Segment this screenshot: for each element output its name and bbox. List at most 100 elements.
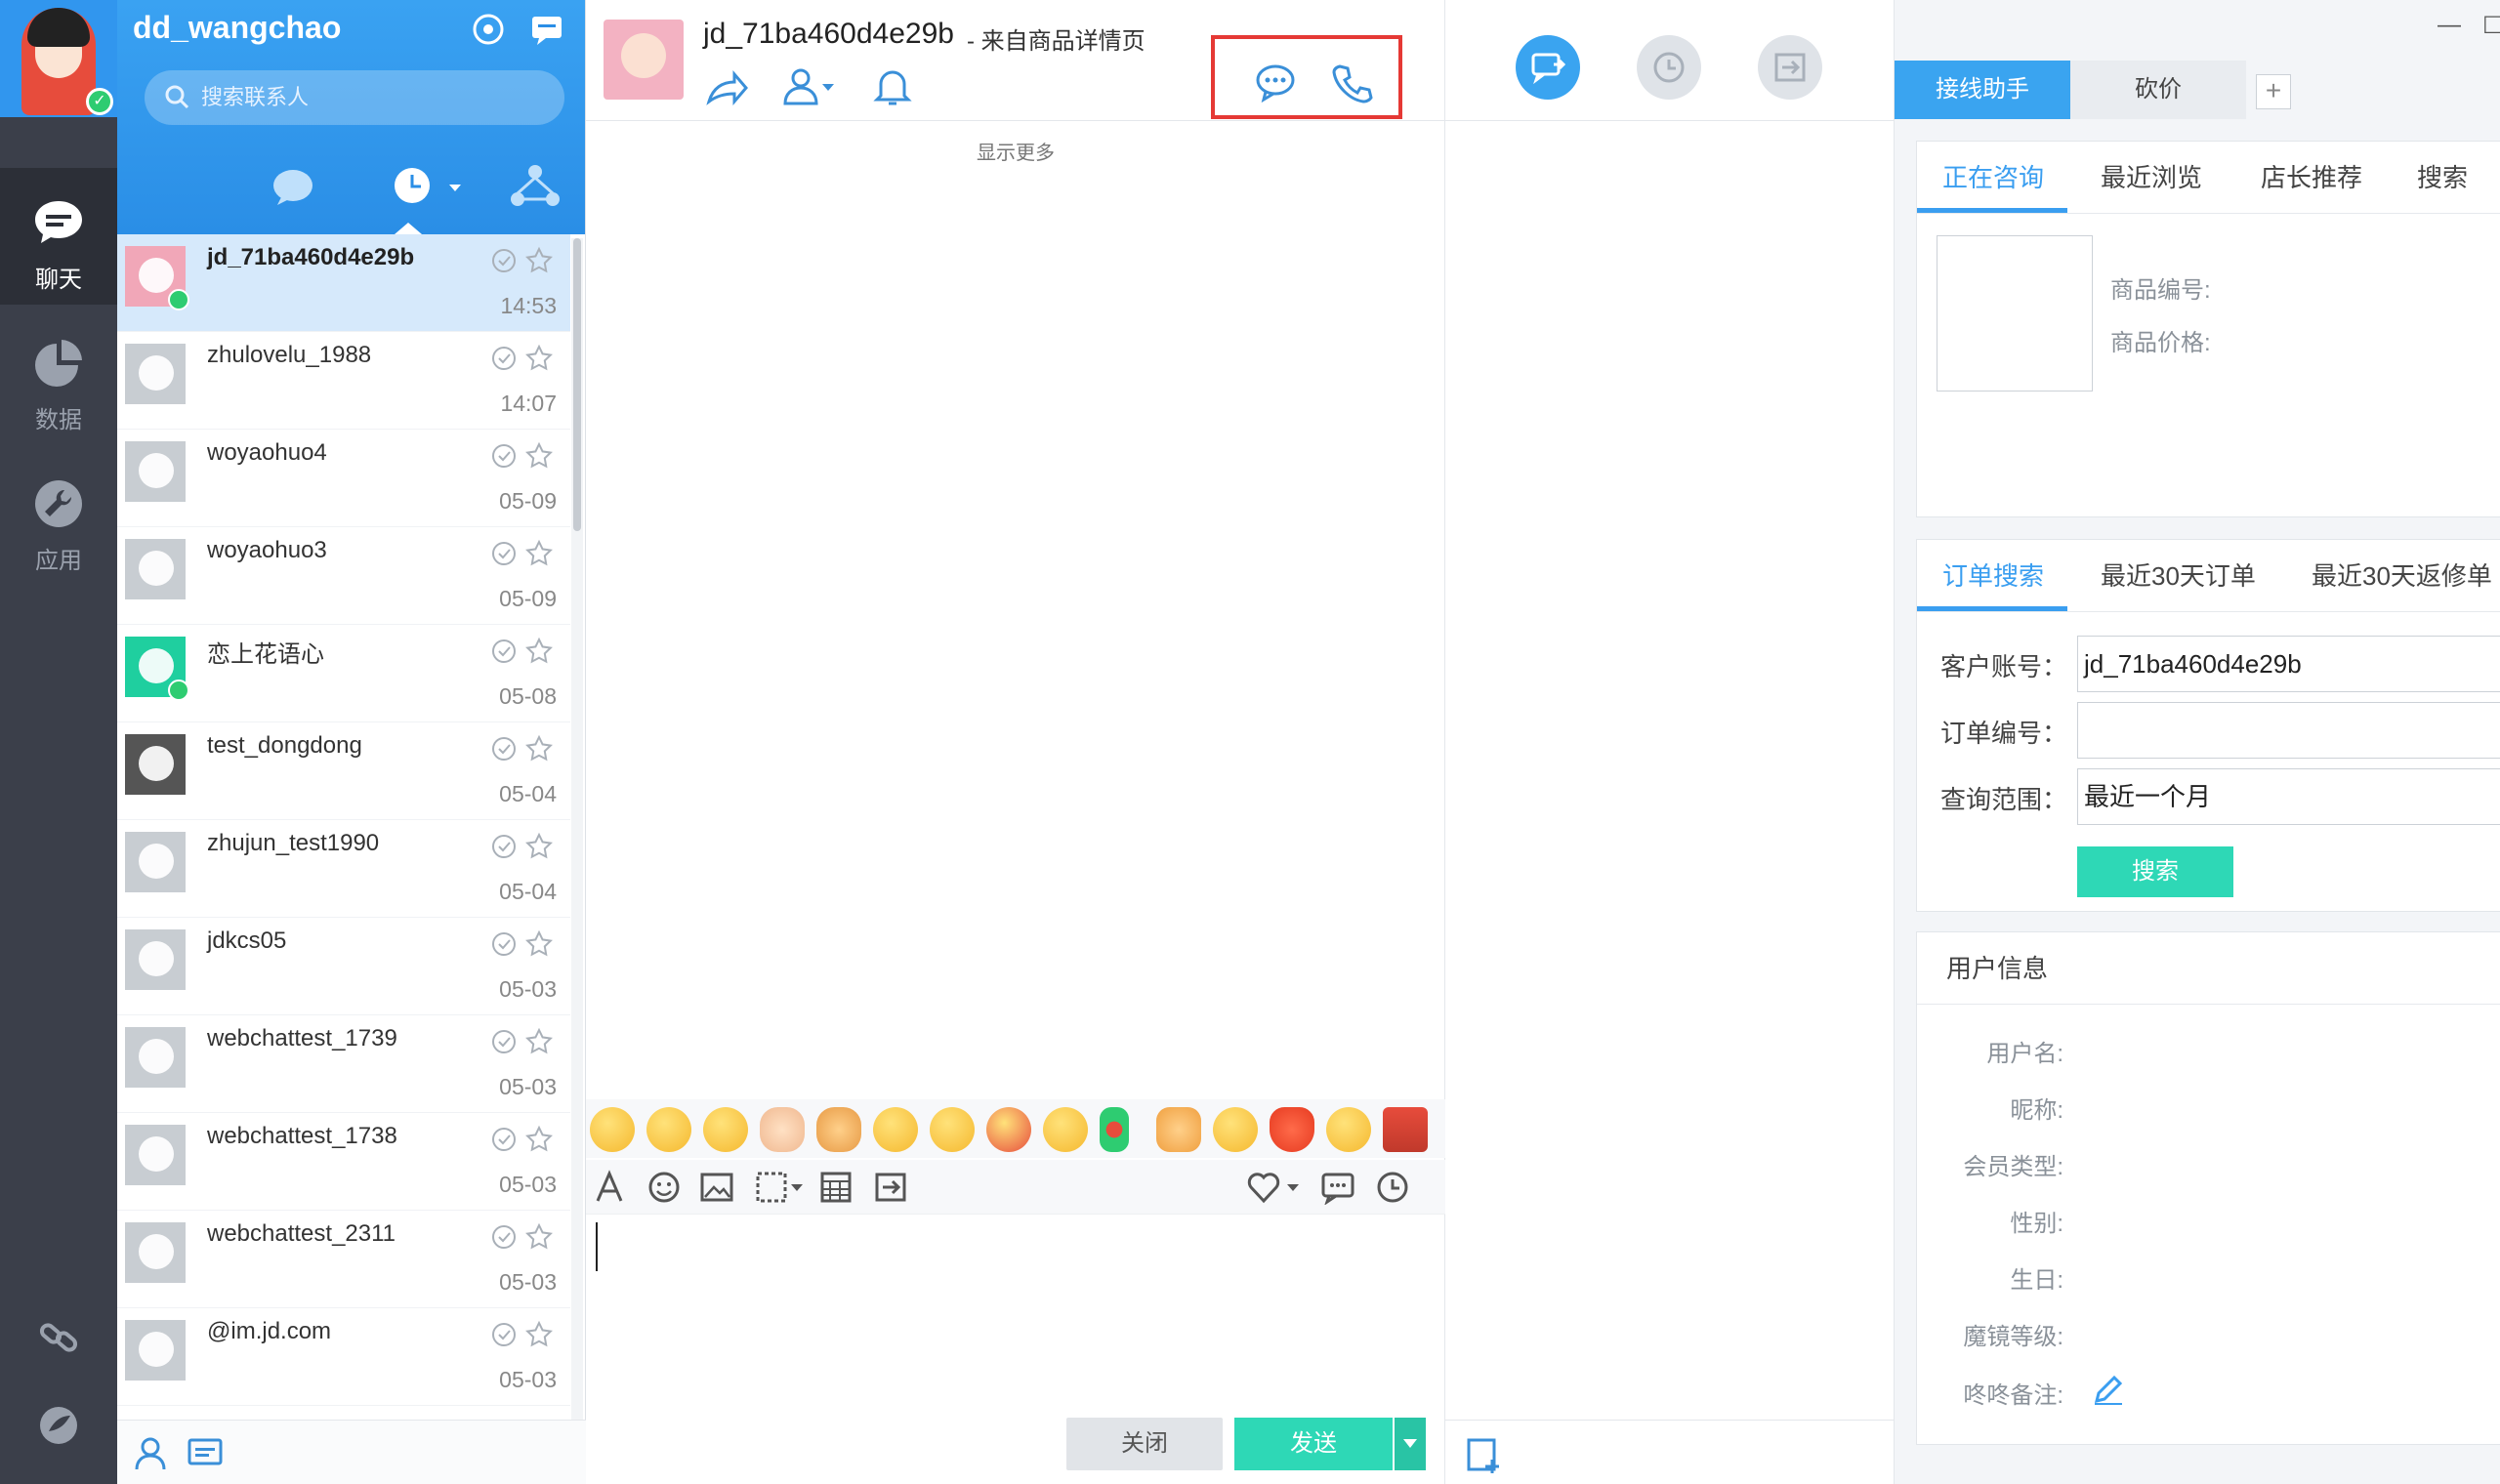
tab-groups-icon[interactable] bbox=[506, 162, 564, 211]
row-actions[interactable] bbox=[490, 1125, 559, 1154]
message-input[interactable] bbox=[586, 1216, 1445, 1408]
user-menu-icon[interactable] bbox=[781, 64, 838, 107]
my-avatar[interactable]: ✓ bbox=[0, 0, 117, 117]
tab-bargain[interactable]: 砍价 bbox=[2070, 61, 2246, 119]
tab-manager-picks[interactable]: 店长推荐 bbox=[2261, 142, 2362, 214]
row-actions[interactable] bbox=[490, 1222, 559, 1252]
range-select[interactable]: 最近一个月 bbox=[2077, 768, 2500, 825]
history-button[interactable] bbox=[1637, 35, 1701, 100]
row-actions[interactable] bbox=[490, 344, 559, 373]
phone-icon[interactable] bbox=[1330, 61, 1373, 103]
add-contact-icon[interactable] bbox=[131, 1434, 170, 1473]
row-actions[interactable] bbox=[490, 734, 559, 763]
emoji-handshake-icon[interactable] bbox=[816, 1107, 861, 1152]
contact-row[interactable]: zhulovelu_1988 14:07 bbox=[117, 332, 570, 430]
row-actions[interactable] bbox=[490, 929, 559, 959]
contact-row[interactable]: woyaohuo4 05-09 bbox=[117, 430, 570, 527]
row-actions[interactable] bbox=[490, 832, 559, 861]
image-icon[interactable] bbox=[699, 1170, 734, 1205]
contact-row[interactable]: woyaohuo3 05-09 bbox=[117, 527, 570, 625]
maximize-button[interactable]: ☐ bbox=[2482, 12, 2500, 40]
emoji-thumbs-up-icon[interactable] bbox=[1156, 1107, 1201, 1152]
emoji-think-icon[interactable] bbox=[873, 1107, 918, 1152]
send-button[interactable]: 发送 bbox=[1234, 1418, 1393, 1470]
tab-search[interactable]: 搜索 bbox=[2417, 142, 2468, 214]
contact-row[interactable]: jd_71ba460d4e29b 14:53 bbox=[117, 234, 570, 332]
order-number-field[interactable] bbox=[2077, 702, 2500, 759]
row-actions[interactable] bbox=[490, 246, 559, 275]
transfer-icon[interactable] bbox=[873, 1170, 908, 1205]
row-actions[interactable] bbox=[490, 441, 559, 471]
sidebar-item-label: 数据 bbox=[35, 407, 82, 433]
contact-row[interactable]: zhujun_test1990 05-04 bbox=[117, 820, 570, 918]
emoji-icon[interactable] bbox=[646, 1170, 682, 1205]
contact-row[interactable]: webchattest_2311 05-03 bbox=[117, 1211, 570, 1308]
service-icon[interactable] bbox=[471, 12, 506, 47]
search-button[interactable]: 搜索 bbox=[2077, 846, 2233, 897]
emoji-smile-icon[interactable] bbox=[1043, 1107, 1088, 1152]
calendar-icon[interactable] bbox=[818, 1170, 854, 1205]
contact-row[interactable]: jdkcs05 05-03 bbox=[117, 918, 570, 1015]
screenshot-icon[interactable] bbox=[754, 1170, 807, 1205]
chat-bubble-icon[interactable] bbox=[1254, 61, 1297, 103]
tab-recent-browse[interactable]: 最近浏览 bbox=[2101, 142, 2202, 214]
search-input[interactable]: 搜索联系人 bbox=[145, 70, 564, 125]
sidebar-item-data[interactable]: 数据 bbox=[0, 309, 117, 445]
jd-logo-icon[interactable] bbox=[37, 1404, 80, 1447]
send-options-dropdown[interactable] bbox=[1395, 1418, 1426, 1470]
emoji-scared-icon[interactable] bbox=[1326, 1107, 1371, 1152]
emoji-victory-icon[interactable] bbox=[760, 1107, 805, 1152]
tab-chats-icon[interactable] bbox=[264, 162, 322, 211]
contact-row[interactable]: 恋上花语心 05-08 bbox=[117, 625, 570, 722]
contact-row[interactable]: test_dongdong 05-04 bbox=[117, 722, 570, 820]
row-actions[interactable] bbox=[490, 1320, 559, 1349]
tab-recent-repairs[interactable]: 最近30天返修单 bbox=[2312, 540, 2492, 612]
sidebar-item-chat[interactable]: 聊天 bbox=[0, 168, 117, 305]
emoji-rose-icon[interactable] bbox=[1100, 1107, 1129, 1152]
tab-assistant[interactable]: 接线助手 bbox=[1895, 61, 2070, 119]
transfer-chat-button[interactable] bbox=[1516, 35, 1580, 100]
history-icon[interactable] bbox=[1375, 1170, 1410, 1205]
contact-row[interactable]: webchattest_1738 05-03 bbox=[117, 1113, 570, 1211]
quick-reply-icon[interactable] bbox=[1320, 1170, 1355, 1205]
tab-recent[interactable] bbox=[383, 162, 461, 234]
scrollbar-thumb[interactable] bbox=[573, 238, 581, 531]
emoji-shy-icon[interactable] bbox=[1213, 1107, 1258, 1152]
contact-row[interactable]: webchattest_1739 05-03 bbox=[117, 1015, 570, 1113]
contact-row[interactable]: @im.jd.com 05-03 bbox=[117, 1308, 570, 1406]
row-actions[interactable] bbox=[490, 1027, 559, 1056]
tab-recent-orders[interactable]: 最近30天订单 bbox=[2101, 540, 2256, 612]
emoji-cool-icon[interactable] bbox=[930, 1107, 975, 1152]
emoji-cry-icon[interactable] bbox=[646, 1107, 691, 1152]
contact-avatar bbox=[125, 832, 186, 892]
contact-list-scrollbar[interactable] bbox=[571, 238, 583, 1420]
row-actions[interactable] bbox=[490, 539, 559, 568]
emoji-heart-icon[interactable] bbox=[1270, 1107, 1314, 1152]
row-actions[interactable] bbox=[490, 637, 559, 666]
tab-order-search[interactable]: 订单搜索 bbox=[1942, 540, 2044, 612]
minimize-button[interactable]: — bbox=[2438, 12, 2461, 39]
bell-icon[interactable] bbox=[871, 64, 914, 107]
contact-time: 05-03 bbox=[499, 976, 557, 1002]
peer-avatar[interactable] bbox=[604, 20, 684, 100]
emoji-gift-icon[interactable] bbox=[1383, 1107, 1428, 1152]
message-box-icon[interactable] bbox=[529, 12, 564, 47]
emoji-dizzy-icon[interactable] bbox=[703, 1107, 748, 1152]
add-note-icon[interactable] bbox=[1465, 1436, 1504, 1475]
emoji-rich-icon[interactable] bbox=[986, 1107, 1031, 1152]
exit-button[interactable] bbox=[1758, 35, 1822, 100]
user-info-title: 用户信息 bbox=[1917, 932, 2500, 1005]
close-button[interactable]: 关闭 bbox=[1066, 1418, 1223, 1470]
share-icon[interactable] bbox=[705, 64, 748, 107]
broadcast-icon[interactable] bbox=[186, 1434, 225, 1473]
font-icon[interactable] bbox=[592, 1170, 627, 1205]
edit-icon[interactable] bbox=[2091, 1372, 2126, 1407]
account-field[interactable]: jd_71ba460d4e29b bbox=[2077, 636, 2500, 692]
sidebar-item-apps[interactable]: 应用 bbox=[0, 449, 117, 586]
add-tab-button[interactable]: + bbox=[2256, 74, 2291, 109]
link-icon[interactable] bbox=[37, 1316, 80, 1359]
show-more-link[interactable]: 显示更多 bbox=[586, 137, 1445, 165]
emoji-grin-icon[interactable] bbox=[590, 1107, 635, 1152]
favorite-icon[interactable] bbox=[1246, 1170, 1303, 1205]
tab-consulting[interactable]: 正在咨询 bbox=[1942, 142, 2044, 214]
